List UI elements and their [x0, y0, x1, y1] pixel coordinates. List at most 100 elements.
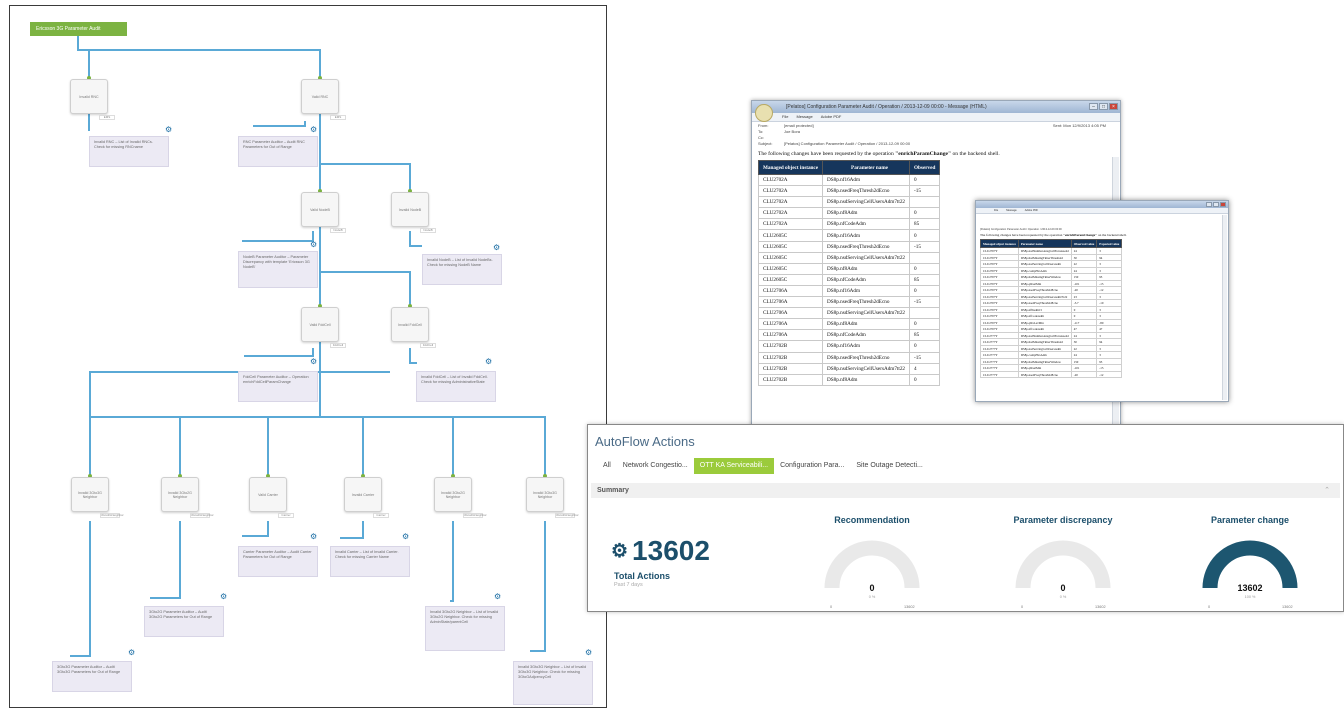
maximize-icon[interactable] [1213, 202, 1219, 207]
minimize-icon[interactable]: – [1089, 103, 1098, 110]
node-port[interactable]: 3Gto2GNeighbor [463, 513, 487, 518]
gauge-title: Parameter discrepancy [1013, 515, 1113, 525]
node-port[interactable]: 3Gto3GNeighbor [555, 513, 579, 518]
tab-site-outage-detection[interactable]: Site Outage Detecti... [850, 458, 929, 474]
gears-icon[interactable]: ⚙ [220, 593, 227, 601]
node-port[interactable]: NodeB [330, 228, 346, 233]
table-row: CLU2706A DS8p.nf16Adm 0 [757, 284, 941, 298]
gears-icon[interactable]: ⚙ [165, 126, 172, 134]
node-invalid-3gto2g-neighbor[interactable]: Invalid 3Gto2G Neighbor [161, 477, 199, 512]
maximize-icon[interactable]: □ [1099, 103, 1108, 110]
node-port[interactable]: FddCell [330, 343, 346, 348]
gears-icon[interactable]: ⚙ [485, 358, 492, 366]
node-port[interactable]: NodeB [420, 228, 436, 233]
ribbon-tab-file[interactable]: File [994, 208, 998, 213]
tab-ott-ka-serviceability[interactable]: OTT KA Serviceabili... [693, 458, 775, 474]
node-port[interactable]: 3Gto3GNeighbor [100, 513, 124, 518]
ribbon-tab-adobe-pdf[interactable]: Adobe PDF [821, 113, 842, 121]
action-fddcell-parameter-auditor[interactable]: FddCell Parameter Auditor – Operation en… [238, 371, 318, 402]
action-rnc-parameter-auditor[interactable]: RNC Parameter Auditor – Audit RNC Parame… [238, 136, 318, 167]
gears-icon[interactable]: ⚙ [310, 126, 317, 134]
tab-network-congestion[interactable]: Network Congestio... [617, 458, 694, 474]
ribbon-tab-adobe-pdf[interactable]: Adobe PDF [1025, 208, 1038, 213]
workflow-start-node[interactable]: Ericsson 3G Parameter Audit [30, 22, 127, 36]
table-row: CLU2605C DS8p.nf8Adm 0 [757, 262, 941, 275]
node-valid-nodeb[interactable]: Valid NodeB [301, 192, 339, 227]
email-scrollbar[interactable] [1222, 215, 1227, 400]
node-port[interactable]: EMS [99, 115, 115, 120]
node-port[interactable]: EMS [330, 115, 346, 120]
action-3gto3g-parameter-auditor[interactable]: 3Gto3G Parameter Auditor – Audit 3Gto3G … [52, 661, 132, 692]
table-cell: DS8p.nsedFreqThresh2dEcno [822, 185, 911, 198]
table-row: CLU2702B DS8p.nsdServingCellUsersAdm7tt22… [757, 362, 941, 375]
node-invalid-fddcell[interactable]: Invalid FddCell [391, 307, 429, 342]
node-valid-carrier[interactable]: Valid Carrier [249, 477, 287, 512]
action-invalid-3gto3g-neighbor[interactable]: Invalid 3Gto3G Neighbor – List of Invali… [513, 661, 593, 705]
action-invalid-3gto2g-neighbor[interactable]: Invalid 3Gto2G Neighbor – List of Invali… [425, 606, 505, 651]
to-value[interactable]: Joe Bora [784, 129, 800, 134]
intro-text: The following changes have been requeste… [758, 151, 896, 157]
subject-value: [Pelatos] Configuration Parameter Audit … [784, 141, 911, 146]
action-3gto2g-parameter-auditor[interactable]: 3Gto2G Parameter Auditor – Audit 3Gto2G … [144, 606, 224, 637]
chevron-up-icon[interactable]: ⌃ [1324, 483, 1330, 498]
table-row: CLU2605C DS8p.nsedFreqThresh2dEcno -15 [757, 240, 941, 253]
gears-icon[interactable]: ⚙ [128, 649, 135, 657]
table-cell: CLU2702A [757, 196, 824, 209]
table-cell: CLU2777Y [980, 370, 1019, 379]
table-cell: DS8p.nsdServingCellUsersAdm7tt22 [822, 307, 911, 320]
total-actions-value: 13602 [632, 535, 710, 566]
email-window-title: [Pelatos] Configuration Parameter Audit … [786, 104, 987, 110]
gears-icon[interactable]: ⚙ [585, 649, 592, 657]
close-icon[interactable]: × [1109, 103, 1118, 110]
workflow-canvas[interactable]: Ericsson 3G Parameter Audit Invalid RNC … [9, 5, 607, 708]
gears-icon[interactable]: ⚙ [493, 244, 500, 252]
node-invalid-3gto2g-neighbor-b[interactable]: Invalid 3Gto2G Neighbor [434, 477, 472, 512]
table-row: CLU2702B DS8p.nf16Adm 0 [757, 340, 941, 353]
table-cell: CLU2702B [757, 373, 824, 386]
email-window-secondary[interactable]: File Message Adobe PDF [Pelatos] Configu… [975, 200, 1229, 402]
gears-icon[interactable]: ⚙ [402, 533, 409, 541]
action-nodeb-parameter-auditor[interactable]: NodeB Parameter Auditor – Parameter Disc… [238, 251, 318, 288]
gears-icon[interactable]: ⚙ [310, 241, 317, 249]
gauge-min: 0 [1021, 605, 1024, 609]
node-invalid-3gto3g-neighbor[interactable]: Invalid 3Gto3G Neighbor [71, 477, 109, 512]
close-icon[interactable] [1220, 202, 1226, 207]
sent-label: Sent: [1052, 123, 1063, 128]
minimize-icon[interactable] [1206, 202, 1212, 207]
node-valid-fddcell[interactable]: Valid FddCell [301, 307, 339, 342]
node-invalid-3gto3g-neighbor-b[interactable]: Invalid 3Gto3G Neighbor [526, 477, 564, 512]
node-port[interactable]: Carrier [373, 513, 389, 518]
table-cell: DS8p.nsedFreqThresh2dEcno [822, 296, 911, 309]
gauge-min: 0 [830, 605, 833, 609]
node-valid-rnc[interactable]: Valid RNC [301, 79, 339, 114]
email-titlebar[interactable]: [Pelatos] Configuration Parameter Audit … [752, 101, 1120, 113]
from-value[interactable]: [email protected] [784, 123, 814, 128]
node-port[interactable]: Carrier [278, 513, 294, 518]
summary-label: Summary [597, 487, 629, 494]
action-invalid-nodeb[interactable]: Invalid NodeB – List of Invalid NodeBs. … [422, 254, 502, 285]
column-header: Parameter name [822, 160, 911, 175]
tab-all[interactable]: All [597, 458, 617, 474]
tab-configuration-parameter[interactable]: Configuration Para... [774, 458, 850, 474]
node-invalid-nodeb[interactable]: Invalid NodeB [391, 192, 429, 227]
node-port[interactable]: FddCell [420, 343, 436, 348]
gears-icon[interactable]: ⚙ [310, 533, 317, 541]
intro-text: The following changes have been requeste… [980, 233, 1064, 238]
node-invalid-carrier[interactable]: Invalid Carrier [344, 477, 382, 512]
gauge-value: 0 [1060, 583, 1066, 593]
action-carrier-parameter-auditor[interactable]: Carrier Parameter Auditor – Audit Carrie… [238, 546, 318, 577]
ribbon-tab-message[interactable]: Message [1006, 208, 1017, 213]
gears-icon[interactable]: ⚙ [310, 358, 317, 366]
email-titlebar[interactable] [976, 201, 1228, 208]
node-invalid-rnc[interactable]: Invalid RNC [70, 79, 108, 114]
summary-header[interactable]: Summary ⌃ [591, 483, 1340, 498]
action-invalid-carrier[interactable]: Invalid Carrier – List of Invalid Carrie… [330, 546, 410, 577]
gauge-fill [1202, 540, 1298, 589]
ribbon-tab-message[interactable]: Message [796, 113, 812, 121]
ribbon-tab-file[interactable]: File [782, 113, 788, 121]
outlook-orb-icon[interactable] [755, 104, 773, 122]
action-invalid-fddcell[interactable]: Invalid FddCell – List of Invalid FddCel… [416, 371, 496, 402]
action-invalid-rnc[interactable]: Invalid RNC – List of Invalid RNCs. Chec… [89, 136, 169, 167]
node-port[interactable]: 3Gto2GNeighbor [190, 513, 214, 518]
gears-icon[interactable]: ⚙ [494, 593, 501, 601]
